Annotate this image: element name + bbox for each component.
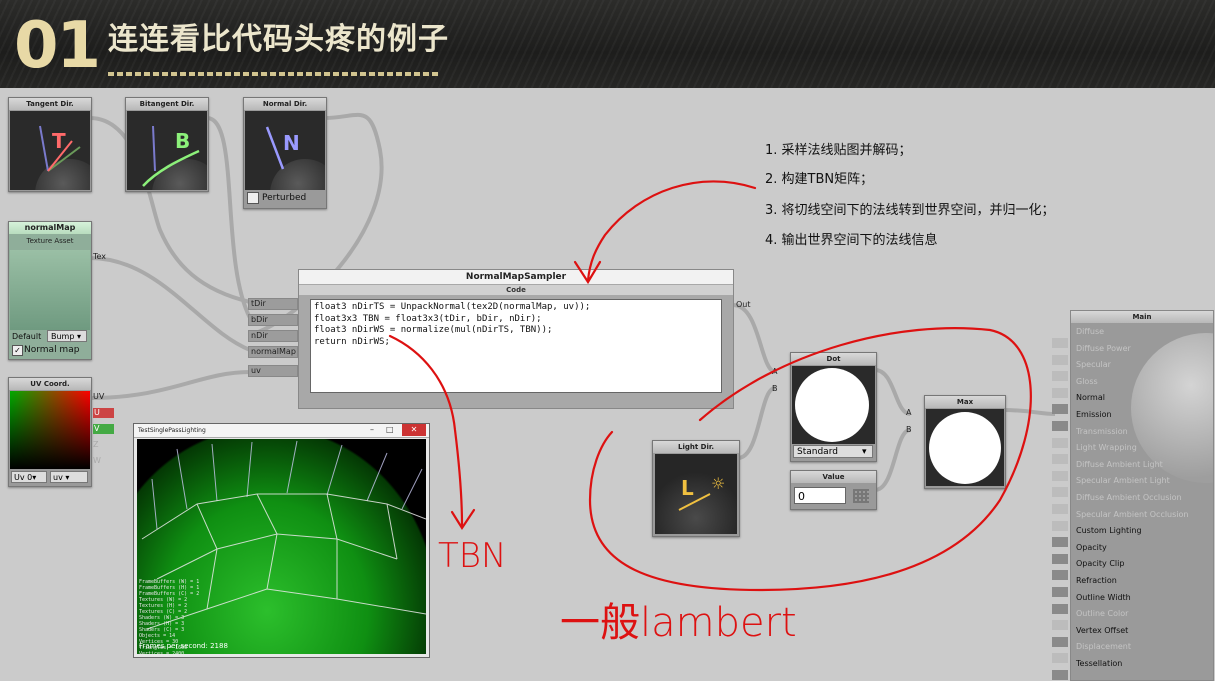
main-input-custom-lighting[interactable]: Custom Lighting [1071, 523, 1213, 539]
main-input-label: Outline Color [1076, 609, 1129, 619]
main-input-diffuse-ambient-light[interactable]: Diffuse Ambient Light [1071, 457, 1213, 473]
main-input-label: Specular [1076, 360, 1111, 370]
main-input-gloss[interactable]: Gloss [1071, 374, 1213, 390]
lambert-annotation: 一般lambert [560, 600, 797, 646]
main-input-outline-color[interactable]: Outline Color [1071, 606, 1213, 622]
main-input-label: Tessellation [1076, 659, 1123, 668]
main-input-diffuse-ambient-occlusion[interactable]: Diffuse Ambient Occlusion [1071, 490, 1213, 506]
main-input-label: Normal [1076, 393, 1105, 403]
node-title: Main [1071, 311, 1213, 323]
main-input-refraction[interactable]: Refraction [1071, 573, 1213, 589]
main-input-diffuse[interactable]: Diffuse [1071, 324, 1213, 340]
main-input-slot[interactable] [1052, 553, 1068, 564]
main-input-slot[interactable] [1052, 387, 1068, 398]
main-input-label: Specular Ambient Occlusion [1076, 509, 1189, 519]
main-input-slot[interactable] [1052, 570, 1068, 581]
main-input-label: Emission [1076, 410, 1112, 419]
main-input-slot[interactable] [1052, 504, 1068, 514]
main-input-slot[interactable] [1052, 354, 1068, 365]
main-input-slot[interactable] [1052, 454, 1068, 465]
main-input-specular[interactable]: Specular [1071, 357, 1213, 373]
main-input-label: Opacity [1076, 542, 1107, 552]
main-input-label: Gloss [1076, 376, 1098, 386]
main-input-label: Displacement [1076, 642, 1131, 652]
main-input-slot[interactable] [1052, 338, 1068, 348]
main-input-slot[interactable] [1052, 620, 1068, 631]
main-input-light-wrapping[interactable]: Light Wrapping [1071, 440, 1213, 456]
main-output-panel[interactable]: Main Diffuse Diffuse Power Specular Gloss No… [1070, 310, 1214, 681]
main-input-label: Light Wrapping [1076, 443, 1137, 453]
main-input-slot[interactable] [1052, 653, 1068, 664]
main-input-label: Diffuse Power [1076, 343, 1131, 353]
main-input-slot[interactable] [1052, 587, 1068, 597]
main-input-specular-ambient-occlusion[interactable]: Specular Ambient Occlusion [1071, 507, 1213, 523]
main-input-label: Outline Width [1076, 592, 1131, 602]
main-input-specular-ambient-light[interactable]: Specular Ambient Light [1071, 473, 1213, 489]
main-input-diffuse-power[interactable]: Diffuse Power [1071, 341, 1213, 357]
main-input-slots [1052, 322, 1070, 680]
main-input-slot[interactable] [1052, 636, 1068, 647]
main-input-vertex-offset[interactable]: Vertex Offset [1071, 623, 1213, 639]
main-input-slot[interactable] [1052, 537, 1068, 548]
main-input-label: Diffuse Ambient Light [1076, 459, 1163, 469]
main-input-slot[interactable] [1052, 421, 1068, 431]
main-input-label: Custom Lighting [1076, 526, 1142, 536]
main-input-slot[interactable] [1052, 487, 1068, 498]
main-input-label: Diffuse [1076, 327, 1105, 336]
tbn-annotation: TBN [438, 536, 507, 576]
main-input-opacity[interactable]: Opacity [1071, 540, 1213, 556]
main-input-emission[interactable]: Emission [1071, 407, 1213, 423]
main-input-label: Specular Ambient Light [1076, 476, 1170, 486]
main-input-tessellation[interactable]: Tessellation [1071, 656, 1213, 672]
main-input-slot[interactable] [1052, 371, 1068, 382]
main-input-label: Vertex Offset [1076, 625, 1129, 635]
main-input-label: Refraction [1076, 576, 1117, 585]
main-input-slot[interactable] [1052, 404, 1068, 415]
main-input-label: Transmission [1076, 426, 1128, 436]
main-input-outline-width[interactable]: Outline Width [1071, 590, 1213, 606]
main-input-slot[interactable] [1052, 470, 1068, 481]
main-input-transmission[interactable]: Transmission [1071, 424, 1213, 440]
main-input-label: Opacity Clip [1076, 559, 1125, 569]
red-annotation-strokes [388, 180, 1032, 592]
main-input-normal[interactable]: Normal [1071, 390, 1213, 406]
main-input-opacity-clip[interactable]: Opacity Clip [1071, 556, 1213, 572]
main-input-displacement[interactable]: Displacement [1071, 639, 1213, 655]
main-input-label: Diffuse Ambient Occlusion [1076, 493, 1182, 502]
main-input-slot[interactable] [1052, 520, 1068, 531]
main-input-slot[interactable] [1052, 603, 1068, 614]
main-input-slot[interactable] [1052, 437, 1068, 448]
